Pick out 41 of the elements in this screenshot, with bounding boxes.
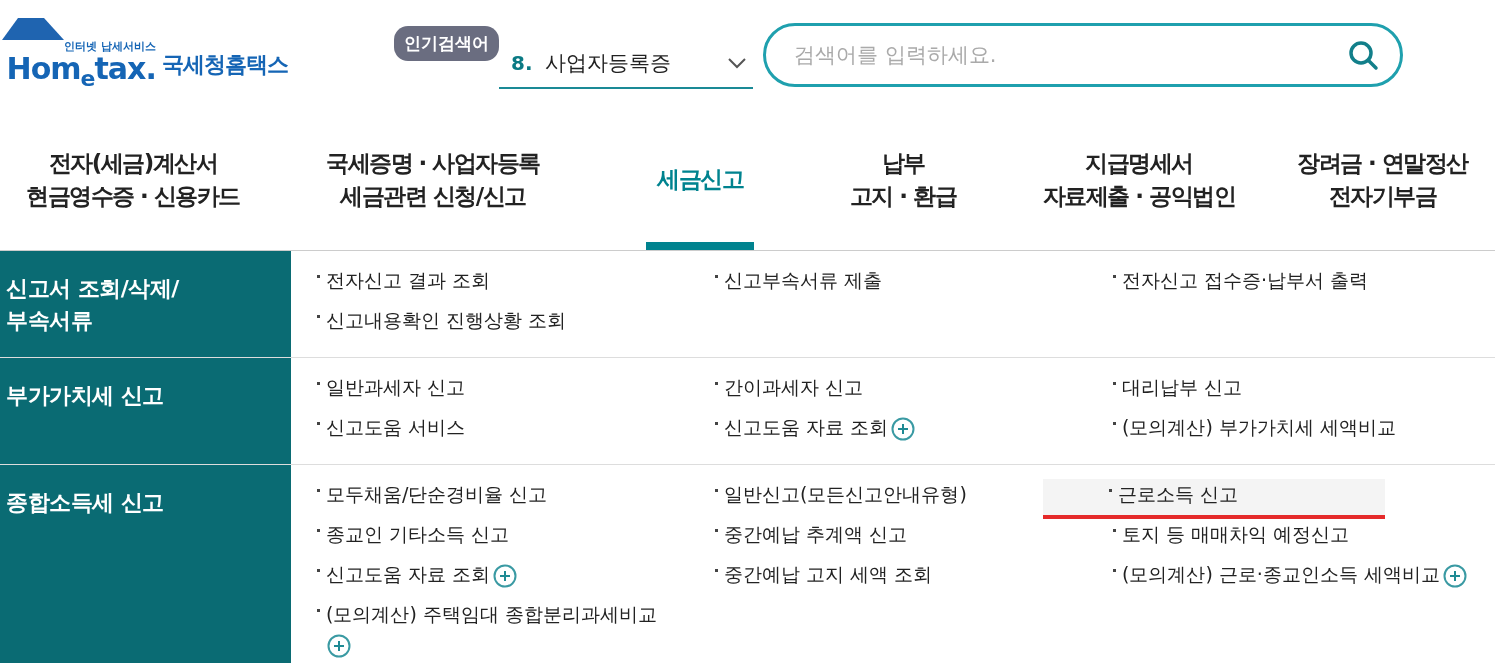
menu-link[interactable]: (모의계산) 부가가치세 세액비교 bbox=[1109, 412, 1495, 452]
search-field[interactable]: 검색어를 입력하세요. bbox=[763, 23, 1403, 87]
menu-link[interactable]: 중간예납 추계액 신고 bbox=[711, 519, 1109, 559]
section-title: 부가가치세 신고 bbox=[0, 358, 291, 464]
menu-link[interactable]: 전자신고 접수증·납부서 출력 bbox=[1109, 265, 1495, 305]
menu-link[interactable]: 신고도움 자료 조회 bbox=[313, 559, 711, 599]
menu-link[interactable]: (모의계산) 근로·종교인소득 세액비교 bbox=[1109, 559, 1495, 599]
menu-link[interactable]: 토지 등 매매차익 예정신고 bbox=[1109, 519, 1495, 559]
nav-tab[interactable]: 지급명세서 자료제출 · 공익법인 bbox=[1006, 110, 1272, 250]
menu-link[interactable]: 중간예납 고지 세액 조회 bbox=[711, 559, 1109, 599]
menu-link[interactable]: 대리납부 신고 bbox=[1109, 372, 1495, 412]
nav-tab[interactable]: 장려금 · 연말정산 전자기부금 bbox=[1272, 110, 1493, 250]
plus-icon[interactable] bbox=[1442, 564, 1467, 588]
logo-name: 국세청홈택스 bbox=[161, 51, 288, 79]
plus-icon[interactable] bbox=[493, 564, 518, 588]
menu-link[interactable]: 일반과세자 신고 bbox=[313, 372, 711, 412]
menu-link[interactable]: 모두채움/단순경비율 신고 bbox=[313, 479, 711, 519]
menu-link[interactable]: (모의계산) 주택임대 종합분리과세비교 bbox=[313, 599, 711, 658]
menu-link[interactable]: 종교인 기타소득 신고 bbox=[313, 519, 711, 559]
menu-link[interactable]: 신고내용확인 진행상황 조회 bbox=[313, 305, 711, 345]
popular-search-badge: 인기검색어 bbox=[394, 26, 499, 61]
menu-link[interactable]: 간이과세자 신고 bbox=[711, 372, 1109, 412]
popular-search-dropdown[interactable]: 8. 사업자등록증 bbox=[499, 39, 753, 89]
menu-link[interactable]: 신고부속서류 제출 bbox=[711, 265, 1109, 305]
chevron-down-icon bbox=[727, 57, 747, 69]
nav-tab[interactable]: 국세증명 · 사업자등록 세금관련 신청/신고 bbox=[266, 110, 600, 250]
menu-link[interactable]: 신고도움 서비스 bbox=[313, 412, 711, 452]
menu-link[interactable]: 근로소득 신고 bbox=[1043, 479, 1385, 519]
search-icon[interactable] bbox=[1347, 39, 1379, 71]
logo-wordmark: Hom$_{e}$tax. bbox=[6, 54, 156, 90]
nav-tab[interactable]: 납부 고지 · 환급 bbox=[800, 110, 1006, 250]
menu-link[interactable]: 신고도움 자료 조회 bbox=[711, 412, 1109, 452]
section-title: 신고서 조회/삭제/ 부속서류 bbox=[0, 251, 291, 357]
house-roof-icon bbox=[0, 16, 66, 42]
plus-icon[interactable] bbox=[327, 634, 351, 658]
menu-link[interactable]: 전자신고 결과 조회 bbox=[313, 265, 711, 305]
plus-icon[interactable] bbox=[891, 417, 916, 441]
logo-tagline: 인터넷 납세서비스 bbox=[63, 39, 156, 54]
nav-tab[interactable]: 세금신고 bbox=[646, 118, 754, 250]
nav-tab[interactable]: 전자(세금)계산서 현금영수증 · 신용카드 bbox=[0, 110, 266, 250]
section-title: 종합소득세 신고 bbox=[0, 465, 291, 663]
